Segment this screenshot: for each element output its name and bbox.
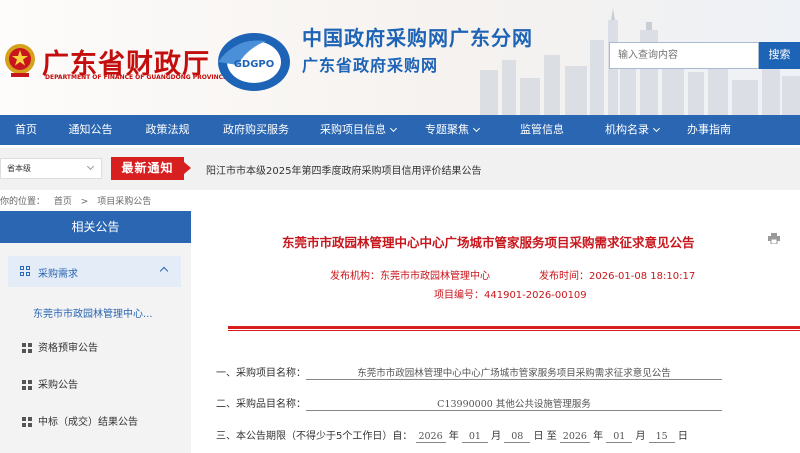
badge-arrow [184,162,191,174]
chevron-down-icon [86,162,95,171]
chevron-down-icon [389,124,398,133]
site-title-sub: 广东省政府采购网 [302,56,439,75]
sidebar-item-procurement-notice[interactable]: 采购公告 [22,376,78,391]
sidebar-item-label: 资格预审公告 [38,343,98,354]
nav-item-directory[interactable]: 机构名录 [590,115,674,145]
gdgpo-logo: GDGPO [218,33,290,91]
end-day: 15 [648,431,675,443]
national-emblem-icon [5,44,35,77]
site-header: 广东省财政厅 DEPARTMENT OF FINANCE OF GUANGDON… [0,0,800,115]
sidebar-item-label: 中标（成交）结果公告 [38,417,138,428]
year-unit: 年 [593,431,604,442]
field-label: 三、本公告期限（不得少于5个工作日）自： [216,431,413,442]
article-publish-time: 发布时间：2026-01-08 18:10:17 [539,271,696,282]
grid-icon [22,380,32,390]
sidebar-item-label: 采购需求 [38,269,78,280]
title-divider-thin [228,330,800,331]
sidebar-item-label: 采购公告 [38,380,78,391]
day-unit: 日 [677,431,688,442]
print-icon[interactable] [768,233,780,244]
nav-item-topics[interactable]: 专题聚焦 [410,115,494,145]
article-publisher: 发布机构：东莞市市政园林管理中心 [330,271,490,282]
breadcrumb-current[interactable]: 项目采购公告 [97,197,151,207]
latest-notice-link[interactable]: 阳江市市本级2025年第四季度政府采购项目信用评价结果公告 [206,162,481,177]
end-month: 01 [606,431,633,443]
sidebar-item-prequalification[interactable]: 资格预审公告 [22,339,98,354]
sidebar-item-award-result[interactable]: 中标（成交）结果公告 [22,413,138,428]
article-title: 东莞市市政园林管理中心中心广场城市管家服务项目采购需求征求意见公告 [282,235,695,250]
nav-item-home[interactable]: 首页 [0,115,52,145]
grid-icon [20,266,30,276]
end-year: 2026 [559,431,590,443]
start-month: 01 [461,431,488,443]
sidebar: 相关公告 采购需求 东莞市市政园林管理中心... 资格预审公告 采购公告 中标（… [0,211,191,453]
month-unit: 月 [491,431,502,442]
svg-text:GDGPO: GDGPO [234,59,275,70]
nav-item-policies[interactable]: 政策法规 [129,115,206,145]
field-value: C13990000 其他公共设施管理服务 [306,396,722,411]
notice-bar: 省本级 最新通知 阳江市市本级2025年第四季度政府采购项目信用评价结果公告 [0,148,800,190]
breadcrumb-home[interactable]: 首页 [54,197,72,207]
day-unit: 日 [533,431,544,442]
grid-icon [22,417,32,427]
field-project-name: 一、采购项目名称： 东莞市市政园林管理中心中心广场城市管家服务项目采购需求征求意见… [216,364,722,380]
start-day: 08 [504,431,531,443]
search-input[interactable] [609,42,759,69]
finance-dept-subtitle: DEPARTMENT OF FINANCE OF GUANGDONG PROVI… [45,74,228,81]
to-label: 至 [546,431,557,442]
article-panel: 东莞市市政园林管理中心中心广场城市管家服务项目采购需求征求意见公告 发布机构：东… [202,211,800,453]
field-item-name: 二、采购品目名称： C13990000 其他公共设施管理服务 [216,395,722,411]
breadcrumb: 你的位置： 首页 > 项目采购公告 [0,194,157,208]
field-label: 二、采购品目名称： [216,399,306,410]
article-project-number: 项目编号：441901-2026-00109 [434,290,587,301]
chevron-down-icon [652,124,661,133]
sidebar-heading: 相关公告 [0,211,191,243]
chevron-down-icon [472,124,481,133]
nav-item-supervision[interactable]: 监管信息 [494,115,590,145]
search-button[interactable]: 搜索 [759,42,800,69]
year-unit: 年 [448,431,459,442]
grid-icon [22,343,32,353]
latest-notice-badge: 最新通知 [111,157,184,180]
chevron-up-icon [159,266,169,276]
main-nav: 首页 通知公告 政策法规 政府购买服务 采购项目信息 专题聚焦 监管信息 机构名… [0,115,800,145]
start-year: 2026 [415,431,446,443]
nav-item-guide[interactable]: 办事指南 [674,115,744,145]
field-value: 东莞市市政园林管理中心中心广场城市管家服务项目采购需求征求意见公告 [306,365,722,380]
breadcrumb-separator: > [80,197,89,207]
sidebar-subitem[interactable]: 东莞市市政园林管理中心... [33,305,153,320]
site-title-main: 中国政府采购网广东分网 [302,26,533,50]
nav-item-procurement-info[interactable]: 采购项目信息 [306,115,410,145]
field-label: 一、采购项目名称： [216,368,306,379]
month-unit: 月 [635,431,646,442]
sidebar-item-procurement-demand[interactable]: 采购需求 [8,256,181,287]
field-notice-period: 三、本公告期限（不得少于5个工作日）自： 2026 年 01 月 08 日 至 … [216,427,688,443]
nav-item-gov-services[interactable]: 政府购买服务 [206,115,306,145]
region-level-select[interactable]: 省本级 [0,158,102,179]
title-divider [228,326,800,329]
breadcrumb-prefix: 你的位置： [0,197,46,207]
nav-item-notices[interactable]: 通知公告 [52,115,129,145]
region-level-value: 省本级 [7,164,31,173]
